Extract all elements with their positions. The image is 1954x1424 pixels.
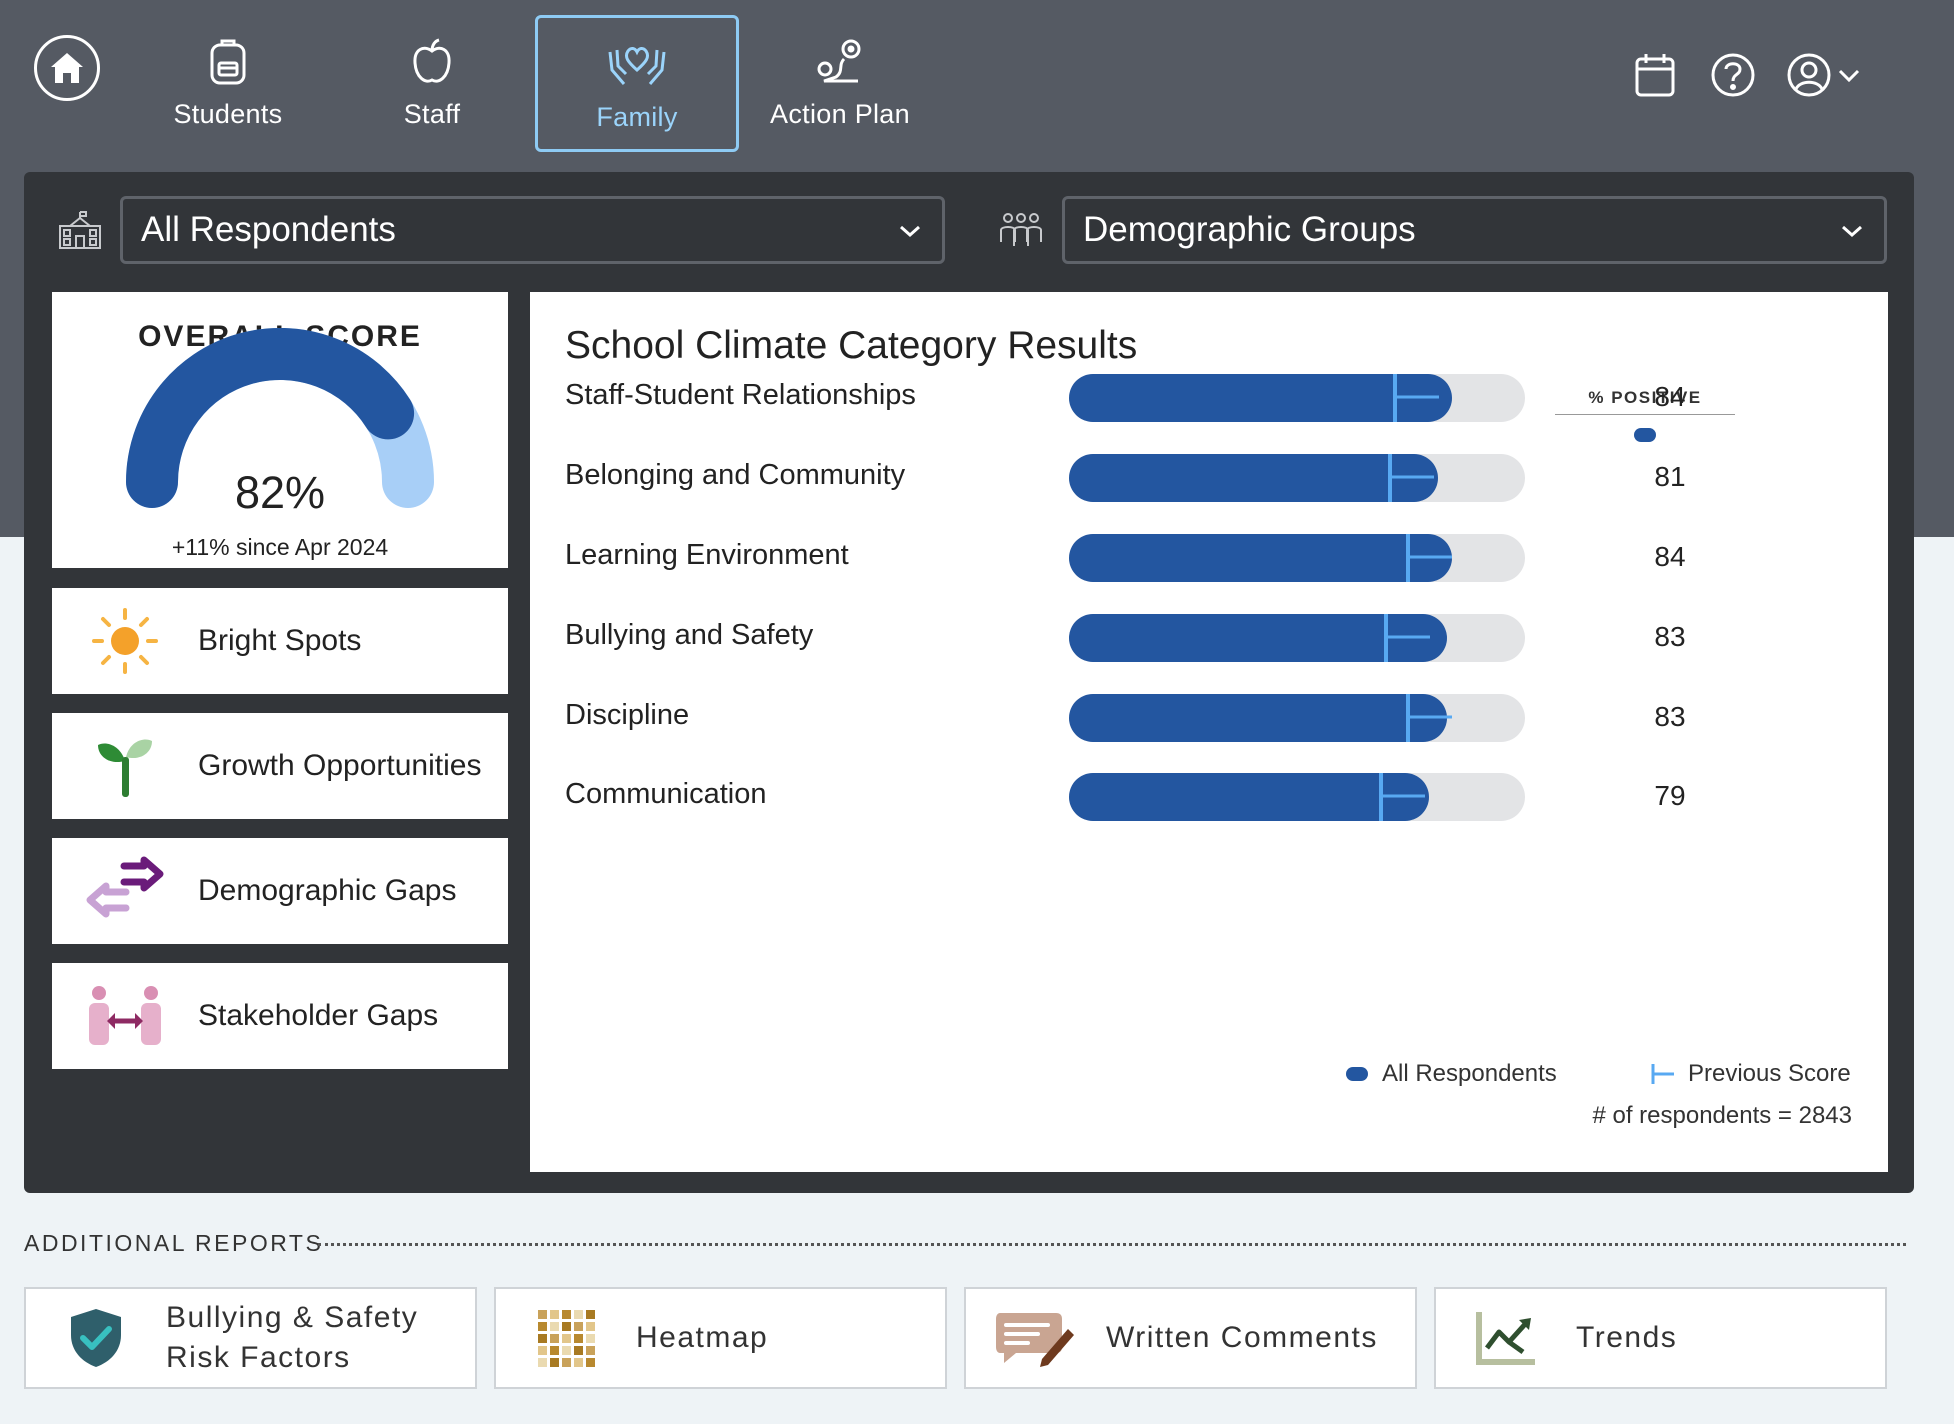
stakeholder-gaps-label: Stakeholder Gaps xyxy=(198,999,439,1032)
backpack-icon xyxy=(210,39,246,85)
bar-current xyxy=(1069,773,1429,821)
home-button[interactable] xyxy=(34,35,100,101)
help-button[interactable] xyxy=(1710,52,1756,103)
overall-score-card[interactable]: OVERALL SCORE 82% +11% since Apr 2024 xyxy=(52,292,508,568)
category-label: Discipline xyxy=(565,699,690,731)
score-gauge xyxy=(126,327,434,508)
gauge-current-arc xyxy=(126,327,415,508)
tab-label: Family xyxy=(596,102,678,132)
results-title: School Climate Category Results xyxy=(565,324,1138,367)
chevron-down-icon xyxy=(1842,225,1862,238)
respondents-select-value: All Respondents xyxy=(141,210,396,249)
user-menu[interactable] xyxy=(1786,52,1862,103)
legend-previous-label: Previous Score xyxy=(1688,1060,1851,1087)
sprout-icon xyxy=(52,713,198,819)
percent-positive-value: 84 xyxy=(1654,541,1686,572)
chevron-down-icon xyxy=(1839,69,1860,83)
stakeholder-gaps-card[interactable]: Stakeholder Gaps xyxy=(52,963,508,1069)
bar-current xyxy=(1069,534,1452,582)
previous-score-marker xyxy=(1393,374,1439,422)
percent-positive-value: 83 xyxy=(1654,621,1686,652)
report-label: Trends xyxy=(1576,1321,1678,1354)
growth-opportunities-label: Growth Opportunities xyxy=(198,749,482,782)
bright-spots-label: Bright Spots xyxy=(198,624,362,657)
bar-track xyxy=(1069,773,1525,821)
report-label-line2: Risk Factors xyxy=(166,1341,351,1374)
bright-spots-card[interactable]: Bright Spots xyxy=(52,588,508,694)
series-color-dot xyxy=(1634,428,1656,442)
bar-current xyxy=(1069,694,1447,742)
previous-score-marker xyxy=(1406,534,1452,582)
legend-current-swatch xyxy=(1346,1067,1368,1081)
report-label: Heatmap xyxy=(636,1321,769,1354)
bar-track xyxy=(1069,534,1525,582)
percent-positive-value: 83 xyxy=(1654,701,1686,732)
tab-students[interactable]: Students xyxy=(126,15,330,152)
category-label: Staff-Student Relationships xyxy=(565,379,916,411)
people-exchange-icon xyxy=(52,963,198,1069)
bar-track xyxy=(1069,694,1525,742)
heart-hands-icon xyxy=(608,47,666,85)
report-heatmap[interactable]: Heatmap xyxy=(494,1287,947,1389)
home-icon xyxy=(51,53,83,83)
report-written-comments[interactable]: Written Comments xyxy=(964,1287,1417,1389)
category-label: Bullying and Safety xyxy=(565,619,814,651)
percent-positive-value: 84 xyxy=(1654,381,1686,412)
calendar-icon xyxy=(1635,54,1675,97)
chevron-down-icon xyxy=(900,225,920,238)
route-icon xyxy=(817,39,861,83)
report-trends[interactable]: Trends xyxy=(1434,1287,1887,1389)
bar-track xyxy=(1069,374,1525,422)
school-icon xyxy=(58,210,102,255)
tab-label: Staff xyxy=(403,99,461,129)
help-icon xyxy=(1711,53,1755,97)
tab-action-plan[interactable]: Action Plan xyxy=(738,15,942,152)
category-label: Belonging and Community xyxy=(565,459,906,491)
shield-check-icon xyxy=(26,1305,166,1371)
legend-previous: Previous Score xyxy=(1650,1060,1851,1088)
tab-staff[interactable]: Staff xyxy=(330,15,534,152)
growth-opportunities-card[interactable]: Growth Opportunities xyxy=(52,713,508,819)
divider xyxy=(318,1243,1906,1246)
report-label: Written Comments xyxy=(1106,1321,1378,1354)
bar-current xyxy=(1069,454,1438,502)
tab-label: Action Plan xyxy=(770,99,910,129)
legend-previous-swatch xyxy=(1651,1064,1674,1084)
people-group-icon xyxy=(998,210,1044,255)
trend-chart-icon xyxy=(1436,1308,1576,1368)
additional-reports-title: ADDITIONAL REPORTS xyxy=(24,1230,324,1256)
swap-arrows-icon xyxy=(52,838,198,944)
comment-pen-icon xyxy=(966,1307,1106,1369)
bar-track xyxy=(1069,614,1525,662)
user-icon xyxy=(1787,53,1831,97)
category-results-card: School Climate Category Results % POSITI… xyxy=(530,292,1888,1172)
previous-score-marker xyxy=(1379,773,1425,821)
overall-score-change: +11% since Apr 2024 xyxy=(171,534,389,560)
groups-select-value: Demographic Groups xyxy=(1083,210,1416,249)
previous-score-marker xyxy=(1406,694,1452,742)
tab-label: Students xyxy=(173,99,283,129)
demographic-groups-select[interactable]: Demographic Groups xyxy=(1062,196,1887,264)
respondent-count: # of respondents = 2843 xyxy=(1592,1102,1852,1129)
demographic-gaps-label: Demographic Gaps xyxy=(198,874,457,907)
respondents-select[interactable]: All Respondents xyxy=(120,196,945,264)
legend-current: All Respondents xyxy=(1346,1060,1557,1088)
calendar-button[interactable] xyxy=(1634,52,1676,103)
legend-current-label: All Respondents xyxy=(1382,1060,1557,1087)
tab-family[interactable]: Family xyxy=(535,15,739,152)
demographic-gaps-card[interactable]: Demographic Gaps xyxy=(52,838,508,944)
grid-icon xyxy=(496,1308,636,1368)
previous-score-marker xyxy=(1388,454,1434,502)
previous-score-marker xyxy=(1384,614,1430,662)
category-label: Communication xyxy=(565,778,767,810)
sun-icon xyxy=(52,588,198,694)
apple-icon xyxy=(413,38,451,83)
report-label: Bullying & Safety xyxy=(166,1301,419,1334)
percent-positive-value: 79 xyxy=(1654,780,1686,811)
overall-score-value: 82% xyxy=(234,467,326,518)
category-label: Learning Environment xyxy=(565,539,849,571)
bar-track xyxy=(1069,454,1525,502)
percent-positive-value: 81 xyxy=(1654,461,1686,492)
report-bullying-safety[interactable]: Bullying & Safety Risk Factors xyxy=(24,1287,477,1389)
